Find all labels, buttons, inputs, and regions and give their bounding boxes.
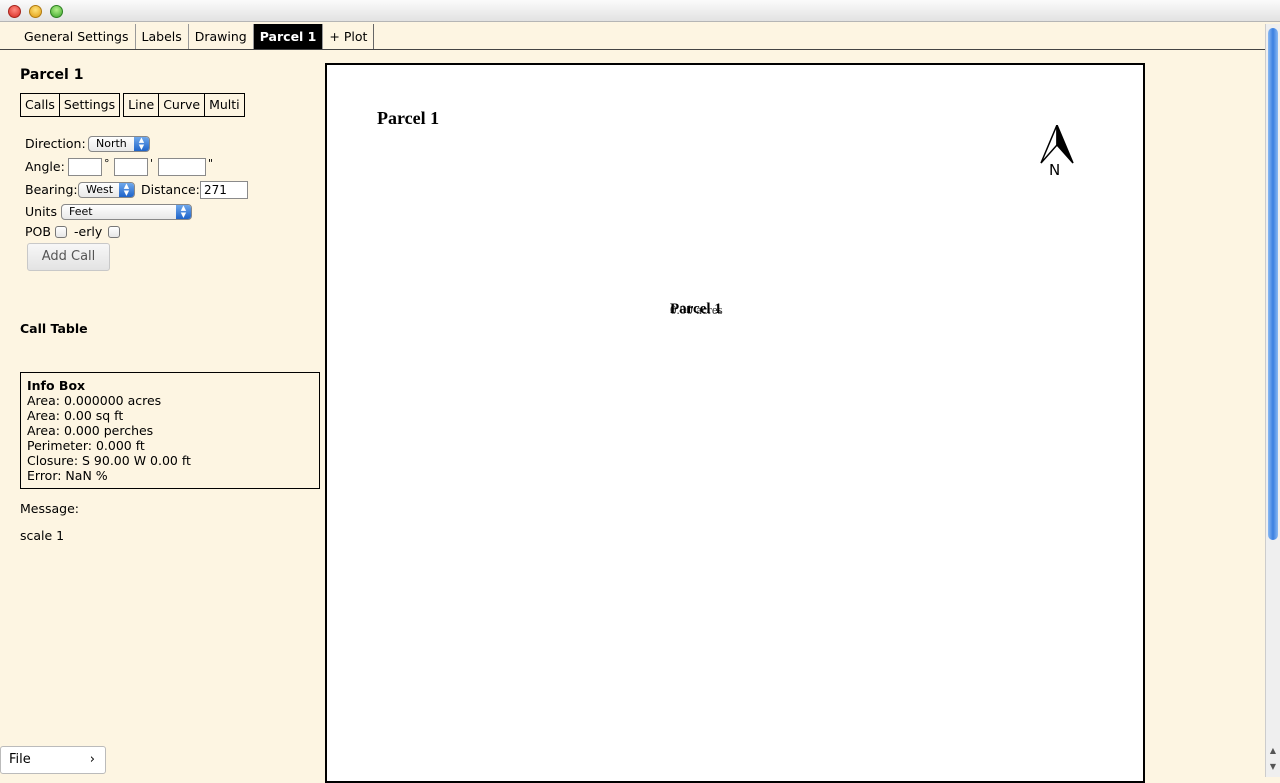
north-arrow-icon: N	[1037, 124, 1077, 181]
tab-parcel-1[interactable]: Parcel 1	[253, 24, 324, 49]
bearing-select-value: West	[86, 183, 114, 196]
add-call-button[interactable]: Add Call	[27, 243, 110, 271]
subtab-line[interactable]: Line	[123, 93, 160, 117]
distance-label: Distance:	[141, 182, 200, 197]
direction-select[interactable]: North ▲ ▼	[88, 136, 150, 152]
minute-symbol: '	[150, 157, 154, 170]
distance-input[interactable]: 271	[200, 181, 248, 199]
tab-general-settings[interactable]: General Settings	[10, 24, 136, 49]
window-titlebar	[0, 0, 1280, 22]
scroll-up-icon[interactable]: ▲	[1268, 746, 1278, 756]
erly-label: -erly	[74, 224, 103, 239]
second-symbol: "	[208, 157, 214, 170]
file-button-label: File	[9, 752, 31, 767]
parcel-title: Parcel 1	[20, 67, 84, 83]
close-window-button[interactable]	[8, 5, 21, 18]
info-error: Error: NaN %	[27, 468, 108, 483]
info-box-title: Info Box	[27, 378, 86, 393]
tab-labels[interactable]: Labels	[136, 24, 189, 49]
angle-seconds-input[interactable]	[158, 158, 206, 176]
scroll-down-icon[interactable]: ▼	[1268, 762, 1278, 772]
call-table-title: Call Table	[20, 321, 88, 336]
angle-minutes-input[interactable]	[114, 158, 148, 176]
info-area-perches: Area: 0.000 perches	[27, 423, 154, 438]
north-label: N	[1049, 161, 1061, 179]
angle-label: Angle:	[25, 159, 65, 174]
tab-bar-divider	[0, 49, 1265, 50]
pob-label: POB	[25, 224, 51, 239]
subtab-multi[interactable]: Multi	[204, 93, 245, 117]
units-select-value: Feet	[69, 205, 93, 218]
file-menu-button[interactable]: File ›	[0, 746, 106, 774]
parcel-subtabs: Calls Settings Line Curve Multi	[20, 93, 245, 117]
canvas-title: Parcel 1	[377, 108, 440, 128]
angle-degrees-input[interactable]	[68, 158, 102, 176]
tab-drawing[interactable]: Drawing	[189, 24, 254, 49]
scale-text: scale 1	[20, 528, 65, 543]
erly-checkbox[interactable]	[108, 226, 120, 238]
maximize-window-button[interactable]	[50, 5, 63, 18]
info-box: Info Box Area: 0.000000 acres Area: 0.00…	[20, 372, 320, 489]
pob-checkbox[interactable]	[55, 226, 67, 238]
info-area-sqft: Area: 0.00 sq ft	[27, 408, 124, 423]
info-perimeter: Perimeter: 0.000 ft	[27, 438, 145, 453]
select-arrows-icon: ▲ ▼	[119, 183, 134, 197]
info-area-acres: Area: 0.000000 acres	[27, 393, 162, 408]
subtab-calls[interactable]: Calls	[20, 93, 60, 117]
chevron-right-icon: ›	[89, 752, 95, 767]
degree-symbol: °	[104, 157, 110, 170]
direction-select-value: North	[96, 137, 127, 150]
subtab-settings[interactable]: Settings	[58, 93, 121, 117]
subtab-curve[interactable]: Curve	[158, 93, 206, 117]
units-label: Units	[25, 204, 57, 219]
message-label: Message:	[20, 501, 79, 516]
parcel-name-label: Parcel 1	[670, 301, 722, 317]
select-arrows-icon: ▲ ▼	[176, 205, 191, 219]
info-closure: Closure: S 90.00 W 0.00 ft	[27, 453, 191, 468]
units-select[interactable]: Feet ▲ ▼	[61, 204, 192, 220]
bearing-select[interactable]: West ▲ ▼	[78, 182, 135, 198]
tab-add-plot[interactable]: + Plot	[323, 24, 375, 49]
main-tab-bar: General Settings Labels Drawing Parcel 1…	[10, 24, 375, 50]
plot-canvas[interactable]: Parcel 1 0.00 acres Parcel 1 N	[325, 63, 1145, 783]
vertical-scrollbar[interactable]: ▲ ▼	[1265, 24, 1280, 777]
select-arrows-icon: ▲ ▼	[134, 137, 149, 151]
minimize-window-button[interactable]	[29, 5, 42, 18]
scrollbar-thumb[interactable]	[1268, 28, 1278, 540]
direction-label: Direction:	[25, 136, 86, 151]
bearing-label: Bearing:	[25, 182, 78, 197]
